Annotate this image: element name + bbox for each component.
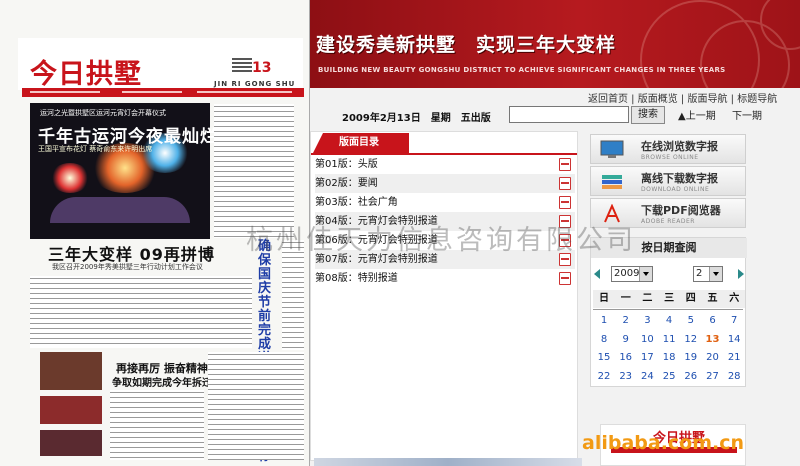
calendar-day[interactable]: 1 xyxy=(593,312,615,330)
pdf-reader-label: 下载PDF阅览器 xyxy=(641,204,721,217)
download-offline-label: 离线下载数字报 xyxy=(641,172,718,185)
side-panel: 在线浏览数字报 BROWSE ONLINE 离线下载数字报 DOWNLOAD O… xyxy=(590,131,747,466)
pdf-icon[interactable] xyxy=(559,177,571,190)
photo-thumb-3 xyxy=(40,430,102,456)
calendar-day[interactable]: 17 xyxy=(636,349,658,367)
toc-row[interactable]: 第03版：社会广角 xyxy=(315,193,575,212)
calendar-day[interactable]: 15 xyxy=(593,349,615,367)
calendar-day[interactable]: 27 xyxy=(702,368,724,386)
toc-row-label[interactable]: 第08版：特别报道 xyxy=(315,273,398,284)
calendar-day-selected[interactable]: 13 xyxy=(702,331,724,349)
pdf-reader-en: ADOBE READER xyxy=(641,218,695,225)
lead-subhead: 王国平宣布花灯 蔡奇俞东来许明出席 xyxy=(38,145,153,153)
calendar-day[interactable]: 8 xyxy=(593,331,615,349)
year-select[interactable]: 2009 xyxy=(611,266,653,282)
prev-month-arrow-icon[interactable] xyxy=(594,269,600,279)
pdf-icon[interactable] xyxy=(559,158,571,171)
weekday-header: 四 xyxy=(679,290,702,308)
company-watermark: 杭州佳天力信息咨询有限公司 xyxy=(246,225,636,256)
bottom-strip xyxy=(314,458,582,466)
page: 今日拱墅 13 JIN RI GONG SHU 运河之光暨拱墅区运河元宵灯会开幕… xyxy=(0,0,800,466)
masthead-red-bar xyxy=(22,88,304,97)
calendar-day[interactable]: 22 xyxy=(593,368,615,386)
page-directory: 版面目录 第01版：头版 第02版：要闻 第03版：社会广角 第04版：元宵灯会… xyxy=(310,131,578,461)
calendar-day[interactable]: 10 xyxy=(636,331,658,349)
calendar-day[interactable]: 25 xyxy=(658,368,680,386)
prev-issue-link[interactable]: ▲上一期 xyxy=(678,107,716,122)
toc-row-label[interactable]: 第02版：要闻 xyxy=(315,178,378,189)
weekday-header: 一 xyxy=(614,290,637,308)
toc-row-label[interactable]: 第03版：社会广角 xyxy=(315,197,398,208)
weekday-header: 日 xyxy=(593,290,615,308)
issue-date: 2009年2月13日 星期 五出版 xyxy=(342,113,491,124)
top-nav: 返回首页 | 版面概览 | 版面导航 | 标题导航 xyxy=(588,94,778,105)
banner-subtitle: BUILDING NEW BEAUTY GONGSHU DISTRICT TO … xyxy=(318,66,726,74)
calendar-day[interactable]: 23 xyxy=(615,368,637,386)
year-value: 2009 xyxy=(614,268,640,279)
calendar-day[interactable]: 21 xyxy=(723,349,745,367)
date-search-bar: 2009年2月13日 星期 五出版 搜索 ▲上一期 下一期 xyxy=(310,104,800,128)
books-icon xyxy=(602,175,622,189)
toc-row-label[interactable]: 第01版：头版 xyxy=(315,159,378,170)
toc-row[interactable]: 第08版：特别报道 xyxy=(315,269,575,288)
browse-online-button[interactable]: 在线浏览数字报 BROWSE ONLINE xyxy=(590,134,746,164)
photo-thumb-1 xyxy=(40,352,102,390)
weekday-header: 六 xyxy=(723,290,746,308)
next-issue-link[interactable]: 下一期 xyxy=(732,107,762,122)
paper-logo: 今日拱墅 xyxy=(30,59,142,90)
prev-issue-label: 上一期 xyxy=(685,111,716,122)
calendar-day[interactable]: 9 xyxy=(615,331,637,349)
calendar-day[interactable]: 4 xyxy=(658,312,680,330)
calendar-day[interactable]: 14 xyxy=(723,331,745,349)
calendar-day[interactable]: 28 xyxy=(723,368,745,386)
paper-pinyin: JIN RI GONG SHU xyxy=(214,80,296,88)
date-calendar: 按日期查阅 2009 2 日一二三四五六 1 2 3 4 5 6 7 8 9 10 11 12 13 14 1… xyxy=(590,237,747,387)
photo-thumb-2 xyxy=(40,396,102,424)
calendar-day[interactable]: 3 xyxy=(636,312,658,330)
alibaba-watermark: alibaba.com.cn xyxy=(582,432,745,454)
second-subhead: 我区召开2009年秀美拱墅三年行动计划工作会议 xyxy=(52,263,203,271)
calendar-day[interactable]: 2 xyxy=(615,312,637,330)
search-button[interactable]: 搜索 xyxy=(631,106,665,124)
calendar-day[interactable]: 5 xyxy=(680,312,702,330)
banner-title: 建设秀美新拱墅 实现三年大变样 xyxy=(316,34,617,56)
weekday-header: 二 xyxy=(636,290,659,308)
toc-row[interactable]: 第01版：头版 xyxy=(315,155,575,174)
download-offline-button[interactable]: 离线下载数字报 DOWNLOAD ONLINE xyxy=(590,166,746,196)
calendar-day[interactable]: 16 xyxy=(615,349,637,367)
monitor-icon xyxy=(600,140,624,158)
month-value: 2 xyxy=(696,268,703,279)
calendar-day[interactable]: 6 xyxy=(702,312,724,330)
download-offline-en: DOWNLOAD ONLINE xyxy=(641,186,710,193)
banner-decoration xyxy=(610,0,800,88)
browse-online-label: 在线浏览数字报 xyxy=(641,140,718,153)
next-month-arrow-icon[interactable] xyxy=(738,269,744,279)
calendar-day[interactable]: 12 xyxy=(680,331,702,349)
directory-tab: 版面目录 xyxy=(313,133,409,153)
toc-row[interactable]: 第02版：要闻 xyxy=(315,174,575,193)
calendar-day[interactable]: 26 xyxy=(680,368,702,386)
weekday-header: 五 xyxy=(701,290,724,308)
lead-kicker: 运河之光暨拱墅区运河元宵灯会开幕仪式 xyxy=(40,109,166,117)
calendar-day[interactable]: 11 xyxy=(658,331,680,349)
edition-meta xyxy=(232,56,252,78)
search-input[interactable] xyxy=(509,106,629,123)
calendar-day[interactable]: 24 xyxy=(636,368,658,386)
browse-online-en: BROWSE ONLINE xyxy=(641,154,699,161)
calendar-day[interactable]: 7 xyxy=(723,312,745,330)
month-select[interactable]: 2 xyxy=(693,266,723,282)
pdf-icon[interactable] xyxy=(559,272,571,285)
weekday-header: 三 xyxy=(658,290,681,308)
calendar-day[interactable]: 19 xyxy=(680,349,702,367)
calendar-day[interactable]: 20 xyxy=(702,349,724,367)
calendar-day[interactable]: 18 xyxy=(658,349,680,367)
pdf-icon[interactable] xyxy=(559,196,571,209)
header-banner: 建设秀美新拱墅 实现三年大变样 BUILDING NEW BEAUTY GONG… xyxy=(310,0,800,88)
edition-number: 13 xyxy=(252,60,272,76)
